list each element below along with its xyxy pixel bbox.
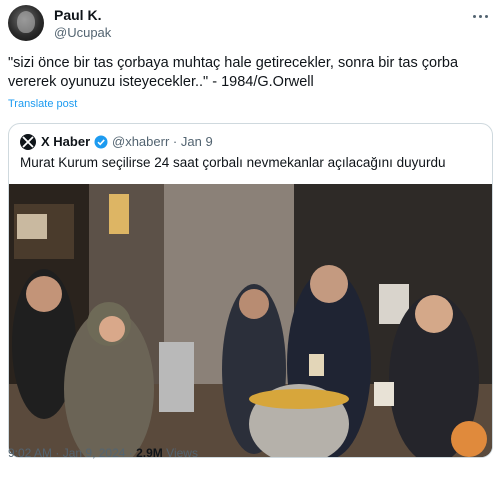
- quoted-avatar: [20, 134, 36, 150]
- post-date[interactable]: Jan 9, 2024: [63, 446, 126, 460]
- quoted-handle: @xhaberr: [112, 134, 170, 149]
- views-count: 2.9M: [136, 446, 163, 460]
- more-options-icon[interactable]: [470, 7, 492, 25]
- tweet-text: "sizi önce bir tas çorbaya muhtaç hale g…: [8, 55, 459, 90]
- author-name[interactable]: Paul K.: [54, 7, 101, 23]
- author-handle[interactable]: @Ucupak: [54, 25, 111, 40]
- meta-separator: ·: [172, 134, 178, 149]
- footer-separator: ·: [55, 446, 60, 460]
- quoted-photo[interactable]: [9, 184, 492, 457]
- footer-separator: ·: [128, 446, 133, 460]
- views-label: Views: [166, 446, 198, 460]
- quoted-tweet-text: Murat Kurum seçilirse 24 saat çorbalı ne…: [20, 155, 446, 170]
- post-time[interactable]: 9:02 AM: [8, 446, 52, 460]
- verified-badge-icon: [94, 135, 108, 149]
- photo-scene: [9, 184, 492, 457]
- quoted-tweet-card[interactable]: X Haber @xhaberr · Jan 9 Murat Kurum seç…: [8, 123, 493, 458]
- quoted-meta: @xhaberr · Jan 9: [112, 134, 213, 149]
- author-avatar[interactable]: [8, 5, 44, 41]
- tweet-footer: 9:02 AM · Jan 9, 2024 · 2.9M Views: [8, 446, 198, 460]
- translate-post-link[interactable]: Translate post: [8, 98, 77, 110]
- tweet-header: Paul K. @Ucupak: [8, 5, 492, 43]
- quoted-author-name: X Haber: [41, 134, 91, 149]
- quoted-date: Jan 9: [180, 134, 213, 149]
- x-logo-icon: [22, 136, 34, 148]
